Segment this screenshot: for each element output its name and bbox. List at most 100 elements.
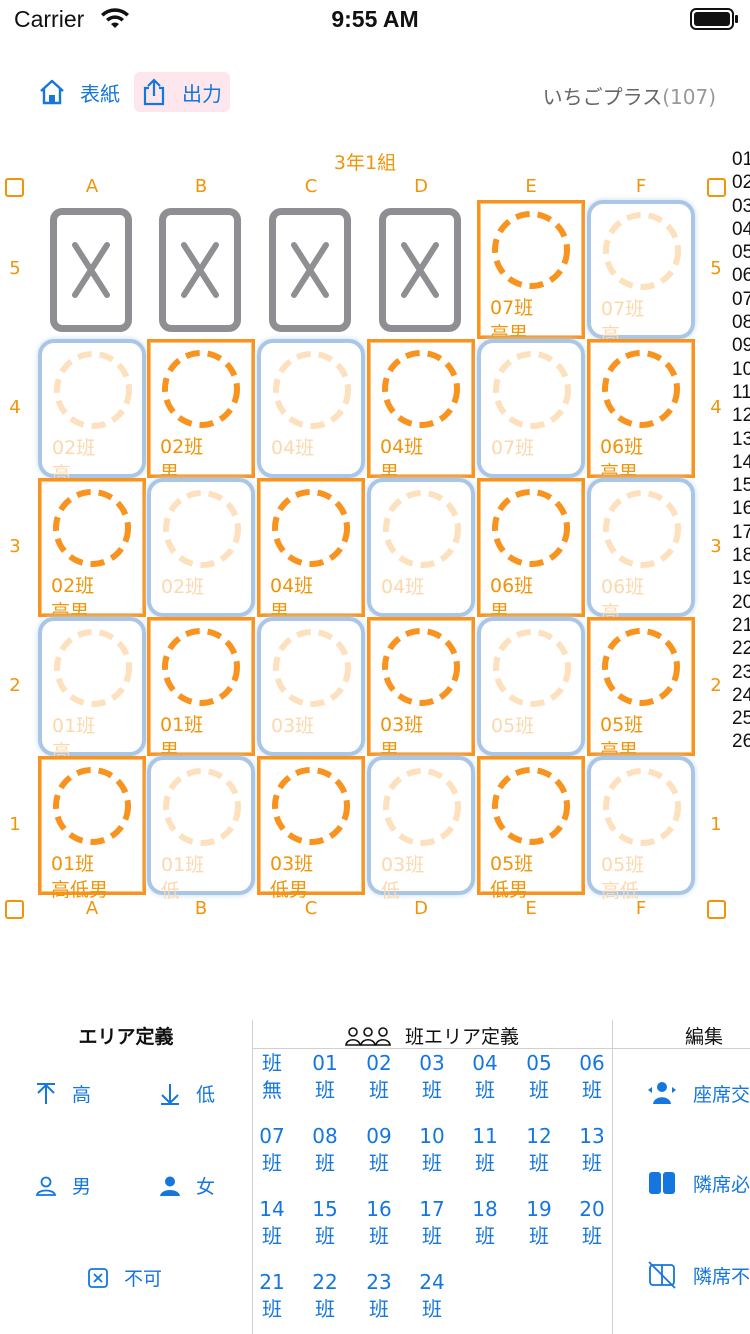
student-number[interactable]: 11 <box>732 381 750 404</box>
seat-cell[interactable]: 04班男 <box>367 339 475 484</box>
seat-cell[interactable]: 01班 高低男 <box>38 756 146 901</box>
group-button[interactable]: 06 班 <box>572 1050 612 1104</box>
group-button[interactable]: 21 班 <box>252 1269 292 1323</box>
group-button[interactable]: 08 班 <box>305 1123 345 1177</box>
group-button[interactable]: 班無 <box>252 1050 292 1104</box>
group-button[interactable]: 19 班 <box>519 1196 559 1250</box>
student-number[interactable]: 03 <box>732 195 750 218</box>
seat-cell[interactable]: 02班 <box>147 478 255 617</box>
group-button[interactable]: 13 班 <box>572 1123 612 1177</box>
student-number[interactable]: 01 <box>732 148 750 171</box>
group-button-number: 班 <box>262 1051 282 1075</box>
group-button[interactable]: 17 班 <box>412 1196 452 1250</box>
group-button[interactable]: 01 班 <box>305 1050 345 1104</box>
group-button[interactable]: 09 班 <box>359 1123 399 1177</box>
group-button[interactable]: 11 班 <box>465 1123 505 1177</box>
group-button[interactable]: 23 班 <box>359 1269 399 1323</box>
adjacent-required-button[interactable]: 隣席必 <box>647 1168 750 1198</box>
group-button[interactable]: 12 班 <box>519 1123 559 1177</box>
student-number[interactable]: 12 <box>732 404 750 427</box>
adjacent-forbidden-button[interactable]: 隣席不 <box>647 1260 750 1290</box>
seat-cell[interactable]: 03班男 <box>367 617 475 762</box>
seat-cell[interactable]: 06班男 <box>477 478 585 623</box>
group-button[interactable]: 03 班 <box>412 1050 452 1104</box>
group-button[interactable]: 15 班 <box>305 1196 345 1250</box>
blocked-seat[interactable] <box>379 208 461 332</box>
group-button[interactable]: 05 班 <box>519 1050 559 1104</box>
area-high-button[interactable]: 高 <box>34 1080 91 1107</box>
student-number[interactable]: 05 <box>732 241 750 264</box>
seat-ring-icon <box>54 629 132 707</box>
group-button[interactable]: 04 班 <box>465 1050 505 1104</box>
group-button-suffix: 班 <box>315 1078 335 1102</box>
seat-cell[interactable]: 07班 <box>477 339 585 478</box>
seat-cell[interactable]: 01班男 <box>147 617 255 762</box>
seat-group-label: 04班 <box>380 436 424 458</box>
student-number[interactable]: 09 <box>732 334 750 357</box>
student-number[interactable]: 25 <box>732 707 750 730</box>
seat-swap-button[interactable]: 座席交 <box>647 1078 750 1108</box>
area-disabled-button[interactable]: 不可 <box>86 1264 162 1291</box>
student-number[interactable]: 19 <box>732 567 750 590</box>
student-number[interactable]: 02 <box>732 171 750 194</box>
home-button[interactable]: 表紙 <box>38 72 120 112</box>
area-female-button[interactable]: 女 <box>158 1172 215 1199</box>
corner-select-checkbox[interactable] <box>707 178 726 197</box>
group-button[interactable]: 14 班 <box>252 1196 292 1250</box>
blocked-seat[interactable] <box>50 208 132 332</box>
group-button[interactable]: 07 班 <box>252 1123 292 1177</box>
student-number[interactable]: 23 <box>732 661 750 684</box>
seat-cell[interactable]: 02班男 <box>147 339 255 484</box>
student-number-list[interactable]: 01 02 03 04 05 06 07 08 09 10 11 12 13 14 15 16 17 18 19 20… <box>732 148 750 754</box>
seat-cell[interactable]: 03班 <box>257 617 365 756</box>
seat-cell[interactable]: 05班 <box>477 617 585 756</box>
group-button[interactable]: 18 班 <box>465 1196 505 1250</box>
group-button[interactable]: 20 班 <box>572 1196 612 1250</box>
blocked-seat[interactable] <box>159 208 241 332</box>
area-male-button[interactable]: 男 <box>34 1172 91 1199</box>
student-number[interactable]: 18 <box>732 544 750 567</box>
student-number[interactable]: 20 <box>732 591 750 614</box>
seat-cell[interactable]: 01班低 <box>147 756 255 902</box>
group-button[interactable]: 24 班 <box>412 1269 452 1323</box>
corner-select-checkbox[interactable] <box>5 178 24 197</box>
seat-cell[interactable]: 06班 高男 <box>587 339 695 484</box>
seat-cell[interactable]: 04班 <box>367 478 475 617</box>
student-number[interactable]: 16 <box>732 497 750 520</box>
student-number[interactable]: 21 <box>732 614 750 637</box>
corner-select-checkbox[interactable] <box>5 900 24 919</box>
group-button[interactable]: 22 班 <box>305 1269 345 1323</box>
student-number[interactable]: 22 <box>732 637 750 660</box>
student-number[interactable]: 10 <box>732 358 750 381</box>
student-number[interactable]: 14 <box>732 451 750 474</box>
seat-cell[interactable]: 06班高 <box>587 478 695 624</box>
seat-cell[interactable]: 04班 <box>257 339 365 478</box>
seat-cell[interactable]: 04班男 <box>257 478 365 623</box>
seat-cell[interactable]: 05班 高低 <box>587 756 695 902</box>
seat-cell[interactable]: 05班 低男 <box>477 756 585 901</box>
seat-cell[interactable]: 02班高 <box>38 339 146 485</box>
student-number[interactable]: 04 <box>732 218 750 241</box>
corner-select-checkbox[interactable] <box>707 900 726 919</box>
export-button[interactable]: 出力 <box>134 72 230 112</box>
seat-cell[interactable]: 02班 高男 <box>38 478 146 623</box>
student-number[interactable]: 17 <box>732 521 750 544</box>
student-number[interactable]: 13 <box>732 428 750 451</box>
seat-cell[interactable]: 07班高 <box>587 200 695 346</box>
student-number[interactable]: 26 <box>732 730 750 753</box>
seat-cell[interactable]: 03班 低男 <box>257 756 365 901</box>
seat-cell[interactable]: 05班 高男 <box>587 617 695 762</box>
group-button[interactable]: 02 班 <box>359 1050 399 1104</box>
seat-cell[interactable]: 07班 高男 <box>477 200 585 345</box>
seat-cell[interactable]: 01班高 <box>38 617 146 763</box>
blocked-seat[interactable] <box>269 208 351 332</box>
area-low-button[interactable]: 低 <box>158 1080 215 1107</box>
student-number[interactable]: 06 <box>732 264 750 287</box>
student-number[interactable]: 15 <box>732 474 750 497</box>
seat-cell[interactable]: 03班低 <box>367 756 475 902</box>
group-button[interactable]: 10 班 <box>412 1123 452 1177</box>
group-button[interactable]: 16 班 <box>359 1196 399 1250</box>
student-number[interactable]: 24 <box>732 684 750 707</box>
student-number[interactable]: 08 <box>732 311 750 334</box>
student-number[interactable]: 07 <box>732 288 750 311</box>
